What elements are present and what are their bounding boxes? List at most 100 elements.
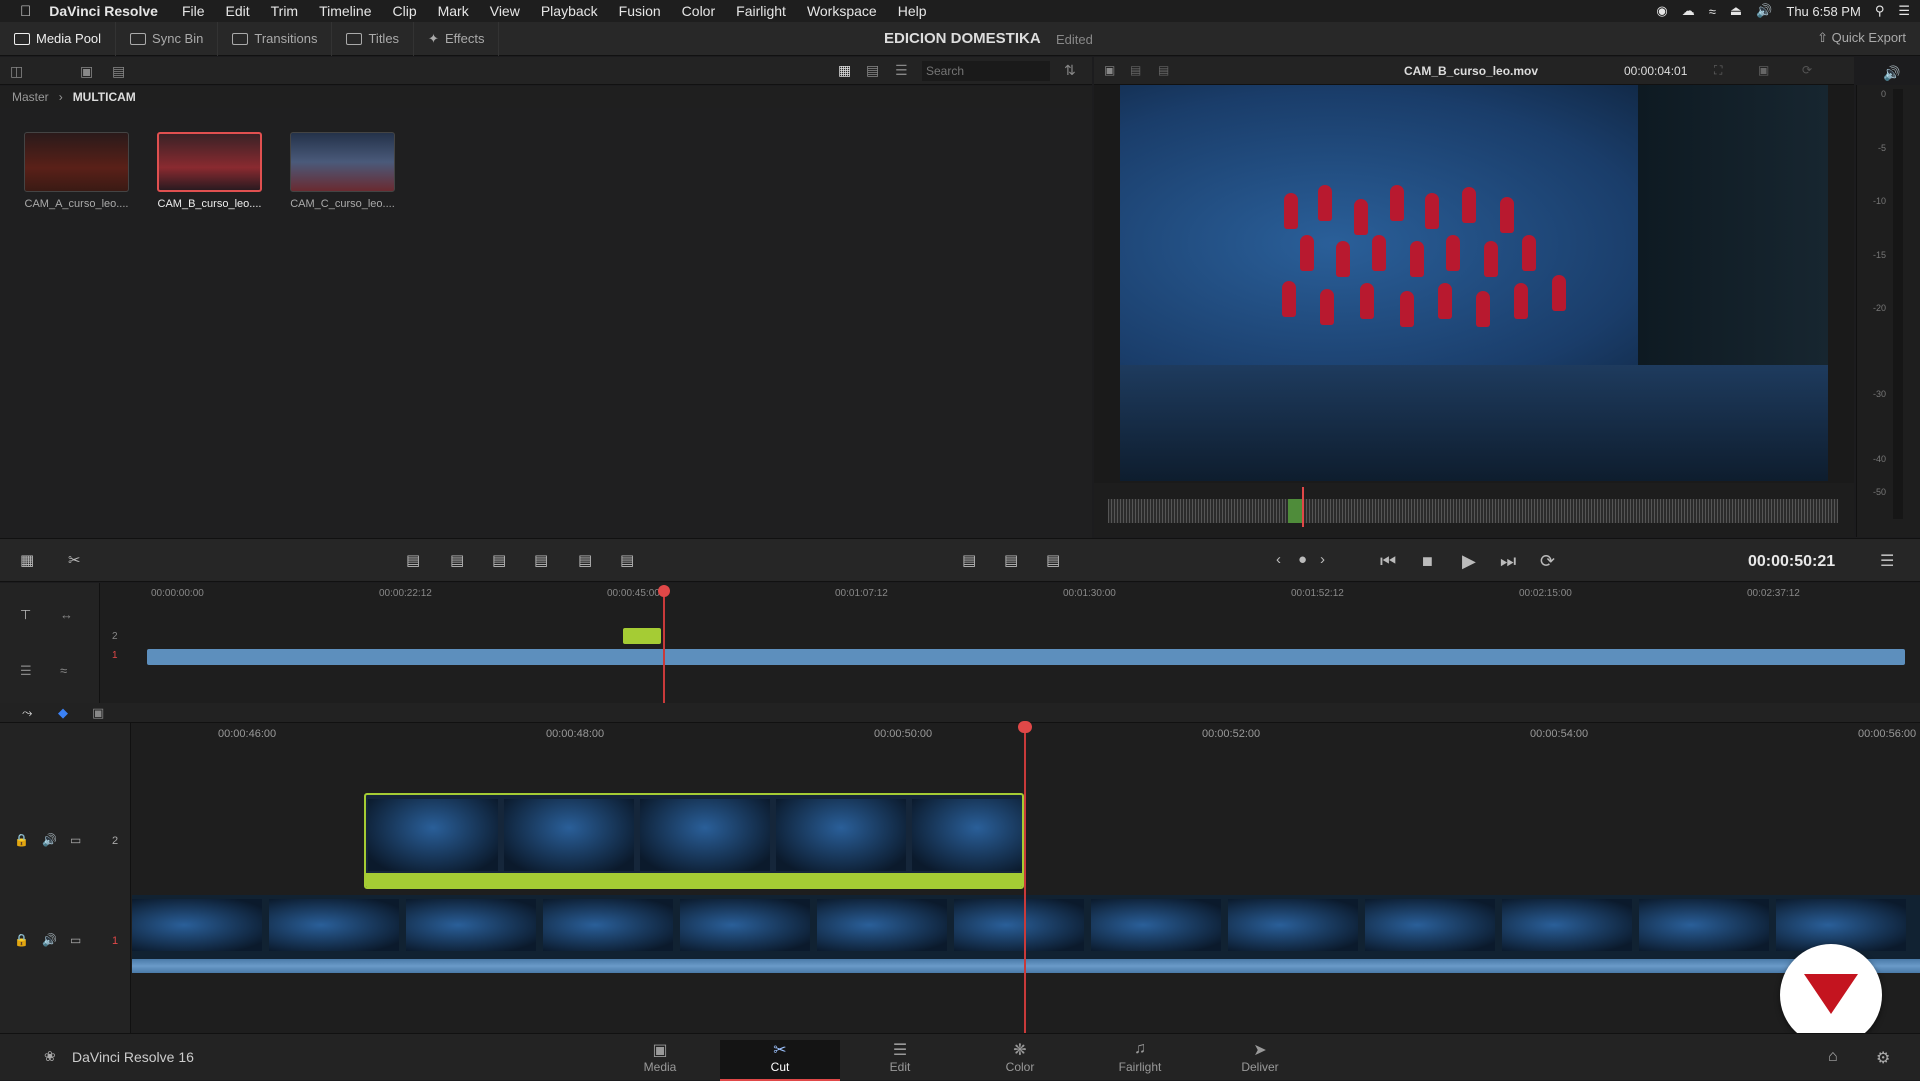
flag-icon[interactable]: ▣ <box>92 705 104 721</box>
spotlight-search-icon[interactable]: ⚲ <box>1875 3 1885 19</box>
ripple-overwrite-icon[interactable]: ▤ <box>492 551 506 569</box>
smart-indicator-icon[interactable]: ▦ <box>20 551 34 569</box>
titles-button[interactable]: Titles <box>332 21 415 56</box>
audio-tools-icon[interactable]: ▤ <box>1046 551 1060 569</box>
viewer-mode-icon[interactable]: ▣ <box>1104 63 1115 77</box>
place-on-top-icon[interactable]: ▤ <box>578 551 592 569</box>
menu-help[interactable]: Help <box>898 3 927 19</box>
speaker-icon[interactable]: 🔊 <box>1883 65 1900 82</box>
settings-gear-icon[interactable]: ⚙ <box>1876 1048 1890 1068</box>
stop-icon[interactable]: ■ <box>1422 551 1433 572</box>
loop-play-icon[interactable]: ⟳ <box>1540 551 1555 572</box>
video-track-icon[interactable]: ▭ <box>70 933 81 947</box>
menu-edit[interactable]: Edit <box>226 3 250 19</box>
lock-icon[interactable]: 🔒 <box>14 933 29 947</box>
list-view-icon[interactable]: ☰ <box>895 62 908 79</box>
upper-ruler[interactable]: 00:00:00:00 00:00:22:12 00:00:45:00 00:0… <box>145 583 1920 601</box>
eject-icon[interactable]: ⏏ <box>1730 3 1742 19</box>
smooth-cut-icon[interactable]: ▤ <box>1004 551 1018 569</box>
clip-thumbnail[interactable] <box>290 132 395 192</box>
timeline-clip-v1[interactable] <box>132 895 1920 959</box>
sort-icon[interactable]: ⇅ <box>1064 62 1076 79</box>
upper-playhead[interactable] <box>658 585 670 703</box>
zoom-fit-icon[interactable]: ↔ <box>60 607 73 622</box>
close-up-icon[interactable]: ▤ <box>534 551 548 569</box>
menu-fairlight[interactable]: Fairlight <box>736 3 786 19</box>
effects-button[interactable]: ✦ Effects <box>414 21 500 56</box>
menu-view[interactable]: View <box>490 3 520 19</box>
menu-trim[interactable]: Trim <box>271 3 298 19</box>
tab-cut[interactable]: ✂ Cut <box>720 1040 840 1081</box>
zoom-icon[interactable]: ⛶ <box>1714 63 1722 78</box>
viewer[interactable] <box>1094 85 1854 483</box>
skip-back-icon[interactable]: ⏮ <box>1380 551 1396 572</box>
lock-icon[interactable]: 🔒 <box>14 833 29 847</box>
timeline-options-icon[interactable]: ⊤ <box>20 607 31 623</box>
menu-workspace[interactable]: Workspace <box>807 3 877 19</box>
marker-dot-icon[interactable]: ● <box>1298 551 1307 568</box>
clip-thumbnail[interactable] <box>24 132 129 192</box>
thumbnail-view-icon[interactable]: ▦ <box>838 62 851 79</box>
breadcrumb-multicam[interactable]: MULTICAM <box>73 90 136 104</box>
lower-timeline[interactable]: 🔒 🔊 ▭ 2 🔒 🔊 ▭ 1 00:00:46:00 00:00:48:00 … <box>0 721 1920 1046</box>
tab-color[interactable]: ❋ Color <box>960 1040 1080 1081</box>
wifi-icon[interactable]: ≈ <box>1709 4 1716 19</box>
cut-tool-icon[interactable]: ✂ <box>68 551 81 569</box>
track-height-icon[interactable]: ☰ <box>20 663 32 679</box>
upper-timeline[interactable]: ⊤ ↔ ☰ ≈ 2 1 00:00:00:00 00:00:22:12 00:0… <box>0 583 1920 703</box>
audio-waveform-track[interactable] <box>132 959 1920 973</box>
pool-clip[interactable]: CAM_A_curso_leo.... <box>24 132 129 210</box>
menubar-clock[interactable]: Thu 6:58 PM <box>1786 4 1860 19</box>
menu-fusion[interactable]: Fusion <box>619 3 661 19</box>
menu-playback[interactable]: Playback <box>541 3 598 19</box>
speaker-icon[interactable]: 🔊 <box>42 833 57 847</box>
tab-media[interactable]: ▣ Media <box>600 1040 720 1081</box>
apple-icon[interactable]:  <box>20 3 31 20</box>
prev-edit-icon[interactable]: ‹ <box>1276 551 1281 568</box>
skip-forward-icon[interactable]: ⏭ <box>1500 551 1516 572</box>
source-scrub-bar[interactable] <box>1094 483 1854 537</box>
sidebar-toggle-icon[interactable]: ◫ <box>10 63 23 80</box>
tab-edit[interactable]: ☰ Edit <box>840 1040 960 1081</box>
menu-clip[interactable]: Clip <box>392 3 416 19</box>
smart-insert-icon[interactable]: ▤ <box>406 551 420 569</box>
new-bin-icon[interactable]: ▤ <box>112 63 125 80</box>
marker-icon[interactable]: ◆ <box>58 705 68 721</box>
video-frame[interactable] <box>1120 85 1828 481</box>
menu-color[interactable]: Color <box>682 3 715 19</box>
sync-bin-button[interactable]: Sync Bin <box>116 21 219 56</box>
next-edit-icon[interactable]: › <box>1320 551 1325 568</box>
lower-playhead[interactable] <box>1018 721 1032 1033</box>
media-pool-button[interactable]: Media Pool <box>0 21 117 56</box>
display-options-icon[interactable]: ▣ <box>1758 63 1769 77</box>
upper-v1-clip[interactable] <box>147 649 1905 665</box>
pool-search-input[interactable] <box>922 61 1050 81</box>
strip-view-icon[interactable]: ▤ <box>866 62 879 79</box>
dissolve-icon[interactable]: ▤ <box>962 551 976 569</box>
video-track-icon[interactable]: ▭ <box>70 833 81 847</box>
scrub-playhead[interactable] <box>1302 487 1304 527</box>
breadcrumb-master[interactable]: Master <box>12 90 49 104</box>
import-media-icon[interactable]: ▣ <box>80 63 93 80</box>
pool-clip[interactable]: CAM_C_curso_leo.... <box>290 132 395 210</box>
audio-waveform-icon[interactable]: ≈ <box>60 663 67 678</box>
viewer-timeline-icon[interactable]: ▤ <box>1158 63 1169 77</box>
menu-mark[interactable]: Mark <box>438 3 469 19</box>
volume-icon[interactable]: 🔊 <box>1756 3 1772 19</box>
tab-deliver[interactable]: ➤ Deliver <box>1200 1040 1320 1081</box>
append-icon[interactable]: ▤ <box>450 551 464 569</box>
quick-export-button[interactable]: ⇧ Quick Export <box>1817 30 1906 46</box>
viewer-source-icon[interactable]: ▤ <box>1130 63 1141 77</box>
control-center-icon[interactable]: ☰ <box>1898 3 1910 19</box>
tab-fairlight[interactable]: ♫ Fairlight <box>1080 1040 1200 1081</box>
upper-v2-clip[interactable] <box>623 628 661 644</box>
menu-file[interactable]: File <box>182 3 205 19</box>
in-out-marker[interactable] <box>1288 499 1302 523</box>
cloud-icon[interactable]: ☁ <box>1682 3 1695 19</box>
menu-timeline[interactable]: Timeline <box>319 3 371 19</box>
options-menu-icon[interactable]: ☰ <box>1880 551 1894 571</box>
snap-icon[interactable]: ⤳ <box>22 705 32 721</box>
play-icon[interactable]: ▶ <box>1462 551 1476 572</box>
source-overwrite-icon[interactable]: ▤ <box>620 551 634 569</box>
record-icon[interactable]: ◉ <box>1656 3 1667 19</box>
